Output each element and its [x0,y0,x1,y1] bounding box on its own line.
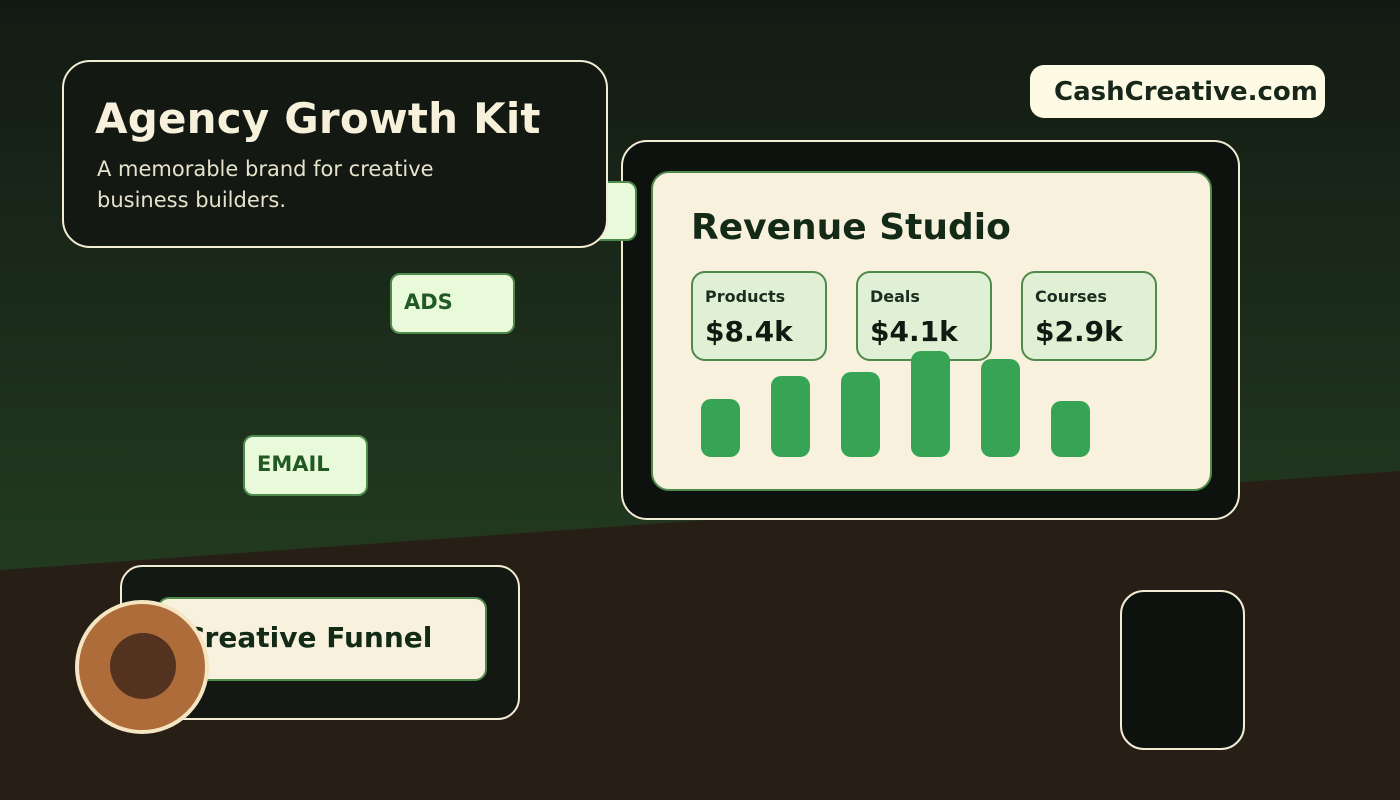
brand-domain-badge[interactable]: CashCreative.com [1030,65,1325,118]
coin-icon [75,600,209,734]
bar-2 [771,376,810,457]
coin-center [110,633,176,699]
stat-value: $8.4k [705,315,793,348]
hero-card: Agency Growth Kit A memorable brand for … [62,60,608,248]
dashboard-screen: Revenue Studio Products $8.4k Deals $4.1… [651,171,1212,491]
bar-6 [1051,401,1090,457]
email-chip[interactable]: EMAIL [243,435,368,496]
stat-card-courses[interactable]: Courses $2.9k [1021,271,1157,361]
stat-value: $2.9k [1035,315,1123,348]
stat-label: Deals [870,287,920,306]
funnel-label: Creative Funnel [184,621,433,654]
ads-chip[interactable]: ADS [390,273,515,334]
stat-label: Products [705,287,786,306]
phone-device-icon [1120,590,1245,750]
bar-5 [981,359,1020,457]
stat-value: $4.1k [870,315,958,348]
hero-subtitle: A memorable brand for creative business … [97,157,434,212]
bar-1 [701,399,740,457]
hero-title: Agency Growth Kit [95,94,541,143]
dashboard-title: Revenue Studio [691,207,1011,248]
stat-label: Courses [1035,287,1107,306]
bar-4 [911,351,950,457]
stat-card-deals[interactable]: Deals $4.1k [856,271,992,361]
stat-card-products[interactable]: Products $8.4k [691,271,827,361]
bar-3 [841,372,880,457]
tablet-device: Revenue Studio Products $8.4k Deals $4.1… [621,140,1240,520]
